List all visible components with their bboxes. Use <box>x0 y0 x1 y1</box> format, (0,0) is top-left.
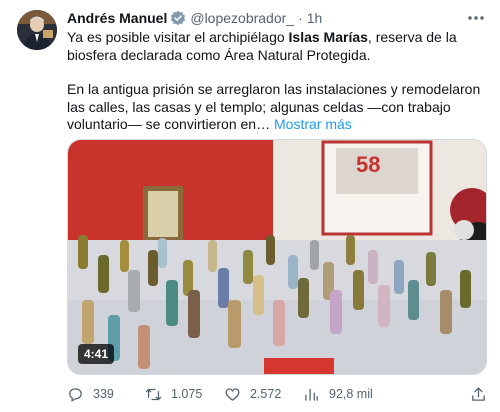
views-chart-icon <box>305 388 318 401</box>
text-segment: Ya es posible visitar el archipiélago <box>67 29 289 45</box>
tweet-header: Andrés Manuel @lopezobrador_ · 1h <box>67 9 322 27</box>
show-more-link[interactable]: Mostrar más <box>274 116 352 132</box>
sign-number: 58 <box>356 152 380 177</box>
separator-dot: · <box>298 10 303 26</box>
video-media[interactable]: 58 <box>67 139 487 375</box>
retweet-button[interactable]: 1.075 <box>145 386 202 403</box>
author-handle[interactable]: @lopezobrador_ <box>190 10 294 26</box>
reply-button[interactable]: 339 <box>67 386 114 403</box>
action-bar: 339 1.075 2.572 92,8 mil <box>67 384 487 404</box>
bold-text: Islas Marías <box>288 29 368 45</box>
like-button[interactable]: 2.572 <box>224 386 281 403</box>
timestamp[interactable]: 1h <box>307 10 323 26</box>
heart-icon <box>225 387 240 401</box>
reply-count: 339 <box>93 387 114 401</box>
author-name[interactable]: Andrés Manuel <box>67 10 167 26</box>
share-button[interactable] <box>470 386 496 403</box>
retweet-count: 1.075 <box>171 387 203 401</box>
tweet-paragraph-1: Ya es posible visitar el archipiélago Is… <box>67 29 487 64</box>
tweet[interactable]: Andrés Manuel @lopezobrador_ · 1h Ya es … <box>0 0 500 412</box>
retweet-icon <box>145 388 162 400</box>
verified-badge-icon <box>170 10 186 26</box>
tweet-paragraph-2: En la antigua prisión se arreglaron las … <box>67 81 487 134</box>
more-options-icon[interactable] <box>466 9 486 27</box>
avatar[interactable] <box>17 10 57 50</box>
views-button[interactable]: 92,8 mil <box>303 386 373 403</box>
like-count: 2.572 <box>250 387 282 401</box>
video-thumbnail: 58 <box>68 140 486 374</box>
reply-icon <box>69 387 82 402</box>
views-count: 92,8 mil <box>329 387 373 401</box>
video-duration-badge: 4:41 <box>78 344 115 364</box>
tweet-text: Ya es posible visitar el archipiélago Is… <box>67 29 487 134</box>
share-icon <box>472 386 485 401</box>
